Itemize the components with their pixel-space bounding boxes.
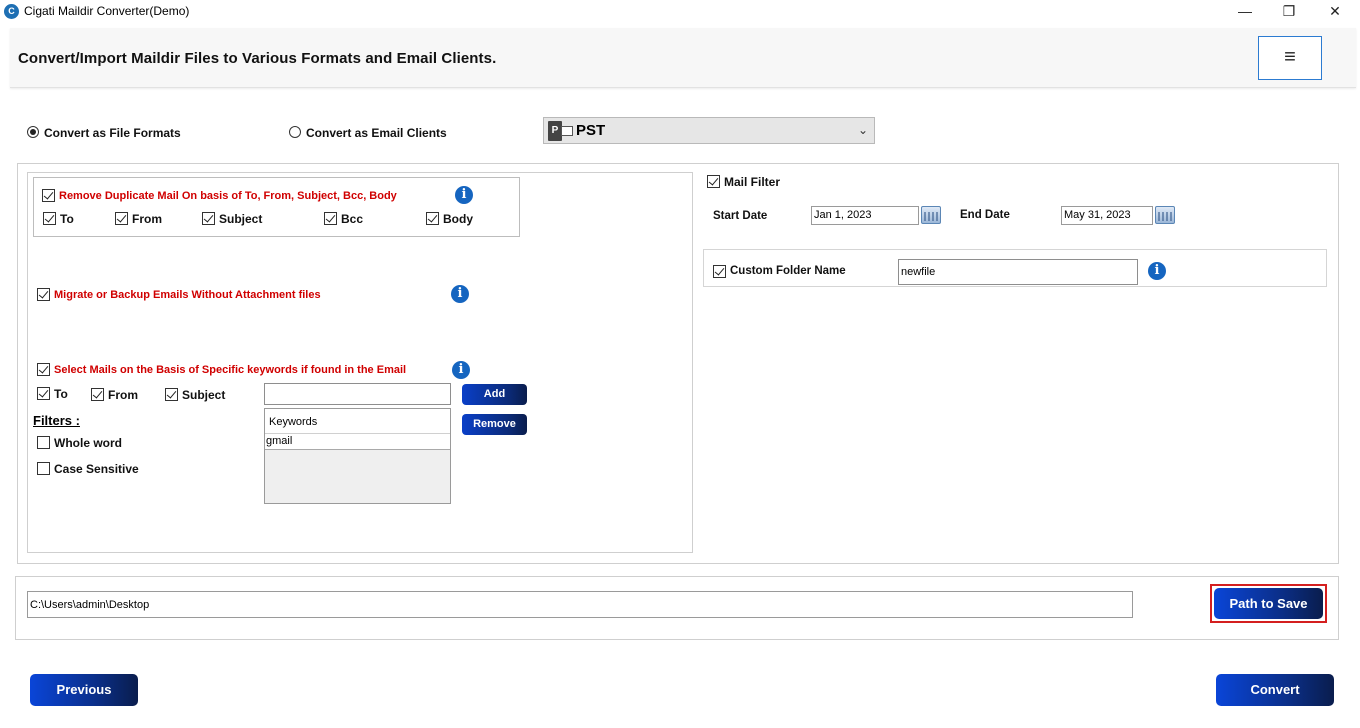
hamburger-menu-button[interactable]: ≡ [1258,36,1322,80]
title-bar [0,0,1360,24]
custom-folder-checkbox[interactable] [713,265,726,278]
keywords-list[interactable]: Keywords gmail [264,408,451,504]
path-to-save-button[interactable]: Path to Save [1214,588,1323,619]
dup-subject-label: Subject [219,212,263,226]
app-header: Convert/Import Maildir Files to Various … [10,28,1356,88]
dup-from-checkbox[interactable] [115,212,128,225]
without-attachment-label: Migrate or Backup Emails Without Attachm… [54,289,321,301]
maximize-button[interactable]: ❐ [1266,0,1312,24]
case-sensitive-label: Case Sensitive [54,462,139,476]
attachment-info-icon[interactable]: i [451,285,469,303]
whole-word-checkbox[interactable] [37,436,50,449]
keywords-label: Select Mails on the Basis of Specific ke… [54,364,407,376]
custom-folder-info-icon[interactable]: i [1148,262,1166,280]
filters-title: Filters : [33,413,80,428]
convert-button[interactable]: Convert [1216,674,1334,706]
start-calendar-icon[interactable] [921,206,941,224]
kw-to-label: To [54,387,68,401]
remove-duplicate-checkbox[interactable] [42,189,55,202]
dup-body-label: Body [443,212,473,226]
file-formats-label[interactable]: Convert as File Formats [44,126,181,140]
whole-word-label: Whole word [54,436,122,450]
format-value: PST [576,122,606,139]
file-formats-radio[interactable] [27,126,39,138]
keywords-list-header: Keywords [265,409,450,434]
end-date-input[interactable]: May 31, 2023 [1061,206,1153,225]
kw-to-checkbox[interactable] [37,387,50,400]
remove-duplicate-label: Remove Duplicate Mail On basis of To, Fr… [59,190,397,202]
dup-body-checkbox[interactable] [426,212,439,225]
remove-keyword-button[interactable]: Remove [462,414,527,435]
keyword-input[interactable] [264,383,451,405]
dup-subject-checkbox[interactable] [202,212,215,225]
email-clients-label[interactable]: Convert as Email Clients [306,126,447,140]
kw-from-checkbox[interactable] [91,388,104,401]
mail-filter-label: Mail Filter [724,175,781,189]
add-keyword-button[interactable]: Add [462,384,527,405]
case-sensitive-checkbox[interactable] [37,462,50,475]
dup-from-label: From [132,212,162,226]
hamburger-icon: ≡ [1284,46,1296,68]
minimize-button[interactable]: — [1222,0,1268,24]
end-date-label: End Date [960,209,1010,221]
page-title: Convert/Import Maildir Files to Various … [18,50,497,67]
start-date-input[interactable]: Jan 1, 2023 [811,206,919,225]
kw-from-label: From [108,388,138,402]
duplicate-info-icon[interactable]: i [455,186,473,204]
start-date-label: Start Date [713,210,768,222]
format-dropdown[interactable]: P PST ⌄ [543,117,875,144]
kw-subject-checkbox[interactable] [165,388,178,401]
close-button[interactable]: ✕ [1312,0,1358,24]
app-logo-icon: C [4,4,19,19]
dup-bcc-label: Bcc [341,212,364,226]
without-attachment-checkbox[interactable] [37,288,50,301]
keywords-info-icon[interactable]: i [452,361,470,379]
keywords-checkbox[interactable] [37,363,50,376]
duplicate-filter-box [33,177,520,237]
custom-folder-input[interactable]: newfile [898,259,1138,285]
save-path-input[interactable]: C:\Users\admin\Desktop [27,591,1133,618]
previous-button[interactable]: Previous [30,674,138,706]
pst-icon: P [548,121,574,141]
list-item[interactable]: gmail [265,434,450,450]
dup-to-checkbox[interactable] [43,212,56,225]
email-clients-radio[interactable] [289,126,301,138]
chevron-down-icon: ⌄ [858,123,869,137]
dup-bcc-checkbox[interactable] [324,212,337,225]
window-title: Cigati Maildir Converter(Demo) [24,4,190,18]
mail-filter-checkbox[interactable] [707,175,720,188]
dup-to-label: To [60,212,74,226]
end-calendar-icon[interactable] [1155,206,1175,224]
custom-folder-label: Custom Folder Name [730,265,846,277]
kw-subject-label: Subject [182,388,226,402]
